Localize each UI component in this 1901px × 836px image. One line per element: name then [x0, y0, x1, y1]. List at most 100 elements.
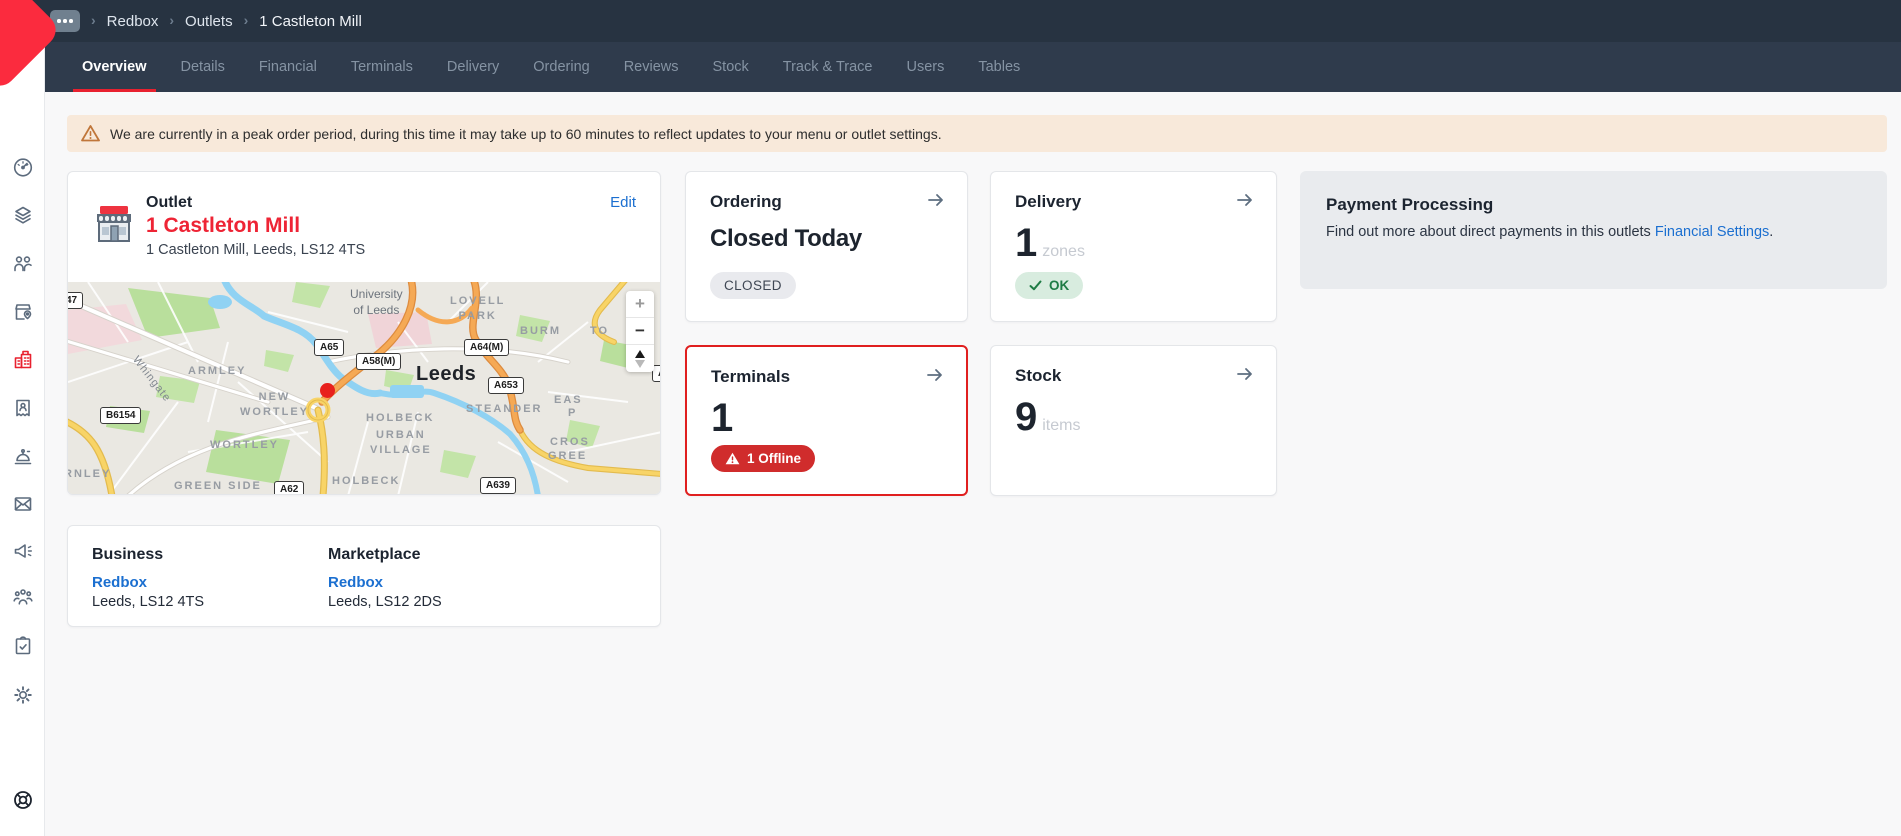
sidebar-item-messages[interactable] — [0, 484, 45, 524]
tab-overview[interactable]: Overview — [65, 42, 164, 92]
sidebar-item-dashboard[interactable] — [0, 147, 45, 187]
edit-outlet-link[interactable]: Edit — [610, 194, 636, 211]
business-address: Leeds, LS12 4TS — [92, 594, 204, 610]
outlet-map[interactable]: University of Leeds LOVELL PARK BURM TO … — [68, 282, 661, 495]
arrow-right-icon[interactable] — [1236, 366, 1254, 387]
layers-icon — [11, 203, 35, 227]
business-marketplace-card: Business Redbox Leeds, LS12 4TS Marketpl… — [67, 525, 661, 627]
closed-badge: CLOSED — [710, 272, 796, 299]
map-marker-outlet-location — [320, 383, 335, 398]
ordering-card[interactable]: Ordering Closed Today CLOSED — [685, 171, 968, 322]
life-ring-icon — [11, 788, 35, 812]
breadcrumb-item-outlets[interactable]: Outlets — [185, 13, 233, 30]
tab-details[interactable]: Details — [164, 42, 242, 92]
tab-ordering[interactable]: Ordering — [516, 42, 606, 92]
stock-items-count: 9 — [1015, 395, 1036, 439]
outlet-card: Outlet 1 Castleton Mill 1 Castleton Mill… — [67, 171, 661, 495]
ordering-card-title: Ordering — [710, 192, 782, 212]
payment-processing-card: Payment Processing Find out more about d… — [1300, 171, 1887, 289]
storefront-icon — [92, 202, 136, 246]
map-zoom-out-button[interactable]: − — [626, 318, 654, 345]
sidebar-item-customers[interactable] — [0, 244, 45, 284]
outlet-overview-page: › Redbox › Outlets › 1 Castleton Mill Ov… — [0, 0, 1901, 836]
sidebar-item-teams[interactable] — [0, 577, 45, 617]
receipt-person-icon — [11, 396, 35, 420]
business-heading: Business — [92, 546, 204, 564]
delivery-card-title: Delivery — [1015, 192, 1081, 212]
tab-financial[interactable]: Financial — [242, 42, 334, 92]
outlet-name: 1 Castleton Mill — [146, 214, 300, 238]
chevron-right-icon: › — [244, 12, 249, 28]
sidebar-item-businesses[interactable] — [0, 292, 45, 332]
marketplace-heading: Marketplace — [328, 546, 442, 564]
sidebar-item-settings[interactable] — [0, 675, 45, 715]
buildings-icon — [11, 348, 35, 372]
chevron-right-icon: › — [169, 12, 174, 28]
sidebar-item-menus[interactable] — [0, 195, 45, 235]
warning-triangle-icon — [725, 452, 740, 465]
chevron-right-icon: › — [91, 12, 96, 28]
map-zoom-in-button[interactable]: + — [626, 291, 654, 318]
financial-settings-link[interactable]: Financial Settings — [1655, 224, 1769, 240]
breadcrumb-item-redbox[interactable]: Redbox — [107, 13, 159, 30]
sidebar-item-orders[interactable] — [0, 388, 45, 428]
arrow-right-icon[interactable] — [1236, 192, 1254, 213]
business-column: Business Redbox Leeds, LS12 4TS — [92, 546, 204, 610]
check-icon — [1029, 280, 1042, 291]
arrow-right-icon[interactable] — [927, 192, 945, 213]
delivery-zones-unit: zones — [1042, 243, 1085, 260]
terminals-card-title: Terminals — [711, 367, 790, 387]
marketplace-link[interactable]: Redbox — [328, 574, 442, 591]
stock-card[interactable]: Stock 9 items — [990, 345, 1277, 496]
stock-card-title: Stock — [1015, 366, 1061, 386]
marketplace-address: Leeds, LS12 2DS — [328, 594, 442, 610]
outlet-address: 1 Castleton Mill, Leeds, LS12 4TS — [146, 242, 365, 258]
delivery-card[interactable]: Delivery 1 zones OK — [990, 171, 1277, 322]
service-bell-icon — [11, 445, 35, 469]
terminals-count: 1 — [687, 388, 966, 438]
gear-icon — [11, 683, 35, 707]
offline-badge: 1 Offline — [711, 445, 815, 472]
warning-triangle-icon — [81, 125, 100, 142]
payment-processing-body: Find out more about direct payments in t… — [1326, 224, 1861, 240]
tab-terminals[interactable]: Terminals — [334, 42, 430, 92]
outlet-card-header: Outlet 1 Castleton Mill 1 Castleton Mill… — [68, 172, 660, 282]
banner-text: We are currently in a peak order period,… — [110, 126, 942, 142]
app-sidebar — [0, 42, 45, 836]
outlet-label: Outlet — [146, 194, 192, 212]
tab-track-and-trace[interactable]: Track & Trace — [766, 42, 890, 92]
store-pin-icon — [11, 300, 35, 324]
dashboard-gauge-icon — [11, 155, 35, 179]
tab-delivery[interactable]: Delivery — [430, 42, 516, 92]
map-canvas — [68, 282, 661, 495]
tab-stock[interactable]: Stock — [696, 42, 766, 92]
sidebar-item-support[interactable] — [0, 780, 45, 820]
arrow-right-icon[interactable] — [926, 367, 944, 388]
people-group-icon — [11, 585, 35, 609]
ok-badge: OK — [1015, 272, 1083, 299]
terminals-card[interactable]: Terminals 1 1 Offline — [685, 345, 968, 496]
ordering-status: Closed Today — [686, 213, 967, 253]
payment-processing-title: Payment Processing — [1326, 195, 1861, 215]
users-pair-icon — [11, 252, 35, 276]
top-navigation-bar: › Redbox › Outlets › 1 Castleton Mill — [0, 0, 1901, 42]
compass-icon — [635, 350, 645, 368]
business-link[interactable]: Redbox — [92, 574, 204, 591]
breadcrumb-item-current-outlet[interactable]: 1 Castleton Mill — [259, 13, 362, 30]
sidebar-item-outlets[interactable] — [0, 340, 45, 380]
megaphone-icon — [11, 539, 35, 563]
stock-items-unit: items — [1042, 417, 1080, 434]
breadcrumb: › Redbox › Outlets › 1 Castleton Mill — [50, 10, 362, 32]
outlet-tab-bar: Overview Details Financial Terminals Del… — [45, 42, 1901, 92]
tab-reviews[interactable]: Reviews — [607, 42, 696, 92]
delivery-zones-count: 1 — [1015, 221, 1036, 265]
envelope-icon — [11, 492, 35, 516]
tab-tables[interactable]: Tables — [961, 42, 1037, 92]
sidebar-item-till[interactable] — [0, 437, 45, 477]
map-zoom-controls: + − — [626, 291, 654, 372]
sidebar-item-marketing[interactable] — [0, 531, 45, 571]
tab-users[interactable]: Users — [889, 42, 961, 92]
marketplace-column: Marketplace Redbox Leeds, LS12 2DS — [328, 546, 442, 610]
sidebar-item-tasks[interactable] — [0, 626, 45, 666]
map-compass-button[interactable] — [626, 345, 654, 372]
